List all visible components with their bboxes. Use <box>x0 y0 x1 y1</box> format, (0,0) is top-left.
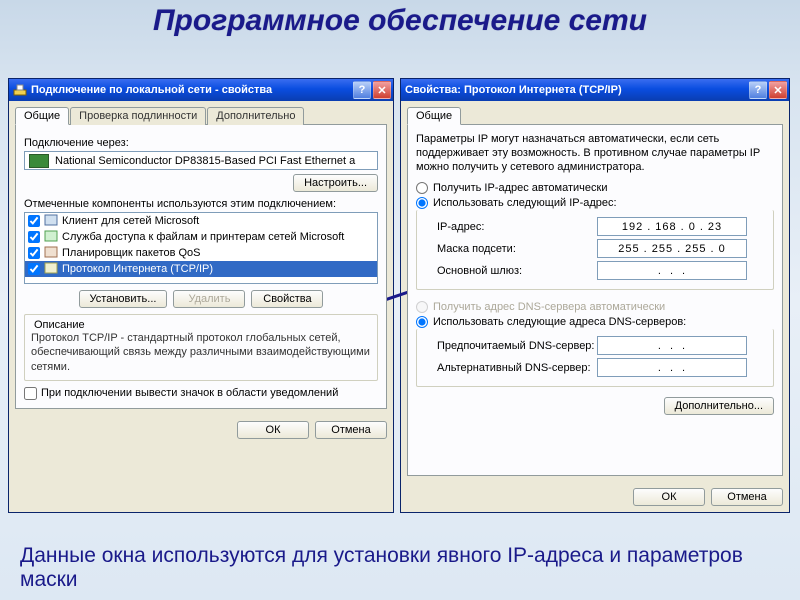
titlebar[interactable]: Свойства: Протокол Интернета (TCP/IP) ? … <box>401 79 789 101</box>
list-item-label: Клиент для сетей Microsoft <box>62 215 199 227</box>
gateway-label: Основной шлюз: <box>437 265 597 277</box>
ip-octet[interactable]: 23 <box>708 221 722 233</box>
tab-auth[interactable]: Проверка подлинности <box>70 107 206 125</box>
close-button[interactable]: ✕ <box>373 81 391 99</box>
ip-octet[interactable]: 192 <box>622 221 643 233</box>
protocol-icon <box>44 262 58 276</box>
ip-label: IP-адрес: <box>437 221 597 233</box>
lan-properties-dialog: Подключение по локальной сети - свойства… <box>8 78 394 513</box>
description-text: Протокол TCP/IP - стандартный протокол г… <box>31 331 371 374</box>
ip-octet[interactable]: 168 <box>655 221 676 233</box>
ip-octet[interactable]: 255 <box>652 243 673 255</box>
list-item-label: Протокол Интернета (TCP/IP) <box>62 263 213 275</box>
tray-icon-label: При подключении вывести значок в области… <box>41 387 338 399</box>
properties-button[interactable]: Свойства <box>251 290 323 308</box>
device-name: National Semiconductor DP83815-Based PCI… <box>55 155 355 167</box>
client-icon <box>44 214 58 228</box>
connection-icon <box>13 83 27 97</box>
slide-caption: Данные окна используются для установки я… <box>20 544 780 592</box>
slide-title: Программное обеспечение сети <box>0 0 800 38</box>
ip-octet[interactable]: 0 <box>689 221 696 233</box>
radio-label: Использовать следующие адреса DNS-сервер… <box>433 316 686 328</box>
tab-general[interactable]: Общие <box>15 107 69 125</box>
checkbox[interactable] <box>28 231 40 243</box>
list-item-label: Служба доступа к файлам и принтерам сете… <box>62 231 344 243</box>
connect-via-label: Подключение через: <box>24 137 378 149</box>
advanced-button[interactable]: Дополнительно... <box>664 397 774 415</box>
list-item[interactable]: Служба доступа к файлам и принтерам сете… <box>25 229 377 245</box>
radio-label: Использовать следующий IP-адрес: <box>433 197 617 209</box>
install-button[interactable]: Установить... <box>79 290 168 308</box>
ok-button[interactable]: ОК <box>633 488 705 506</box>
title-text: Свойства: Протокол Интернета (TCP/IP) <box>405 84 747 96</box>
service-icon <box>44 230 58 244</box>
qos-icon <box>44 246 58 260</box>
ip-octet[interactable]: 255 <box>685 243 706 255</box>
radio-auto-ip[interactable] <box>416 182 428 194</box>
list-item[interactable]: Планировщик пакетов QoS <box>25 245 377 261</box>
list-item-label: Планировщик пакетов QoS <box>62 247 201 259</box>
tab-general[interactable]: Общие <box>407 107 461 125</box>
radio-manual-dns[interactable] <box>416 316 428 328</box>
titlebar[interactable]: Подключение по локальной сети - свойства… <box>9 79 393 101</box>
dns2-label: Альтернативный DNS-сервер: <box>437 362 597 374</box>
radio-label: Получить адрес DNS-сервера автоматически <box>433 301 665 313</box>
list-item[interactable]: Клиент для сетей Microsoft <box>25 213 377 229</box>
remove-button: Удалить <box>173 290 245 308</box>
dns1-field[interactable]: ... <box>597 336 747 355</box>
help-button[interactable]: ? <box>353 81 371 99</box>
checkbox[interactable] <box>28 247 40 259</box>
radio-label: Получить IP-адрес автоматически <box>433 182 607 194</box>
close-button[interactable]: ✕ <box>769 81 787 99</box>
subnet-mask-field[interactable]: 255. 255. 255. 0 <box>597 239 747 258</box>
checkbox[interactable] <box>28 215 40 227</box>
components-label: Отмеченные компоненты используются этим … <box>24 198 378 210</box>
ip-octet[interactable]: 255 <box>618 243 639 255</box>
gateway-field[interactable]: ... <box>597 261 747 280</box>
components-list[interactable]: Клиент для сетей Microsoft Служба доступ… <box>24 212 378 284</box>
nic-icon <box>29 154 49 168</box>
tab-advanced[interactable]: Дополнительно <box>207 107 304 125</box>
ip-octet[interactable]: 0 <box>719 243 726 255</box>
radio-manual-ip[interactable] <box>416 197 428 209</box>
list-item[interactable]: Протокол Интернета (TCP/IP) <box>25 261 377 277</box>
cancel-button[interactable]: Отмена <box>711 488 783 506</box>
description-legend: Описание <box>31 319 88 331</box>
ip-address-field[interactable]: 192. 168. 0. 23 <box>597 217 747 236</box>
dns2-field[interactable]: ... <box>597 358 747 377</box>
help-button[interactable]: ? <box>749 81 767 99</box>
mask-label: Маска подсети: <box>437 243 597 255</box>
cancel-button[interactable]: Отмена <box>315 421 387 439</box>
tcpip-properties-dialog: Свойства: Протокол Интернета (TCP/IP) ? … <box>400 78 790 513</box>
checkbox[interactable] <box>28 263 40 275</box>
dns1-label: Предпочитаемый DNS-сервер: <box>437 340 597 352</box>
radio-auto-dns <box>416 301 428 313</box>
ok-button[interactable]: ОК <box>237 421 309 439</box>
description-group: Описание Протокол TCP/IP - стандартный п… <box>24 314 378 381</box>
configure-button[interactable]: Настроить... <box>293 174 378 192</box>
tray-icon-checkbox[interactable] <box>24 387 37 400</box>
title-text: Подключение по локальной сети - свойства <box>31 84 351 96</box>
device-field: National Semiconductor DP83815-Based PCI… <box>24 151 378 170</box>
intro-text: Параметры IP могут назначаться автоматич… <box>416 133 774 174</box>
